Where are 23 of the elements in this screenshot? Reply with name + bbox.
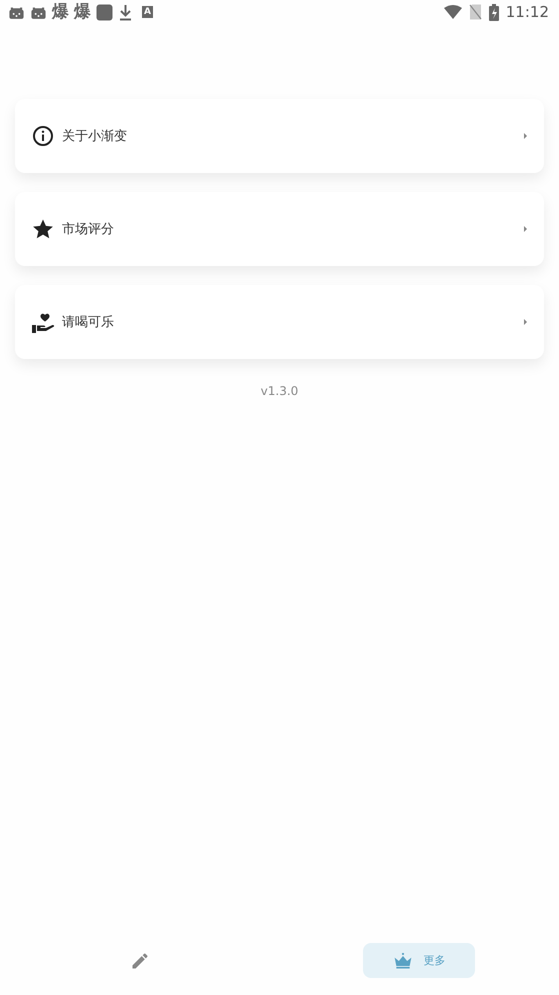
- info-icon: [31, 124, 55, 148]
- menu-card[interactable]: 市场评分: [15, 192, 544, 266]
- crown-icon: [393, 950, 414, 970]
- letter-icon: A: [142, 6, 153, 18]
- chevron-icon: [523, 225, 528, 233]
- version-text: v1.3.0: [260, 384, 298, 398]
- clock-text: 11:12: [506, 3, 549, 21]
- chevron-icon: [523, 318, 528, 326]
- menu-label: 请喝可乐: [62, 314, 115, 331]
- wifi-icon: [444, 5, 462, 19]
- download-icon: [118, 4, 133, 20]
- battery-icon: [488, 4, 499, 20]
- menu-card[interactable]: 关于小渐变: [15, 99, 544, 173]
- menu-label: 市场评分: [62, 221, 115, 238]
- star-icon: [31, 217, 55, 241]
- menu-card[interactable]: 请喝可乐: [15, 285, 544, 359]
- notification-glyph: 爆: [74, 4, 91, 20]
- chevron-icon: [523, 132, 528, 140]
- menu-label: 关于小渐变: [62, 128, 128, 145]
- notification-glyph: 爆: [52, 4, 69, 20]
- pencil-icon: [130, 950, 150, 970]
- no-sim-icon: [468, 4, 482, 20]
- square-icon: [96, 4, 113, 20]
